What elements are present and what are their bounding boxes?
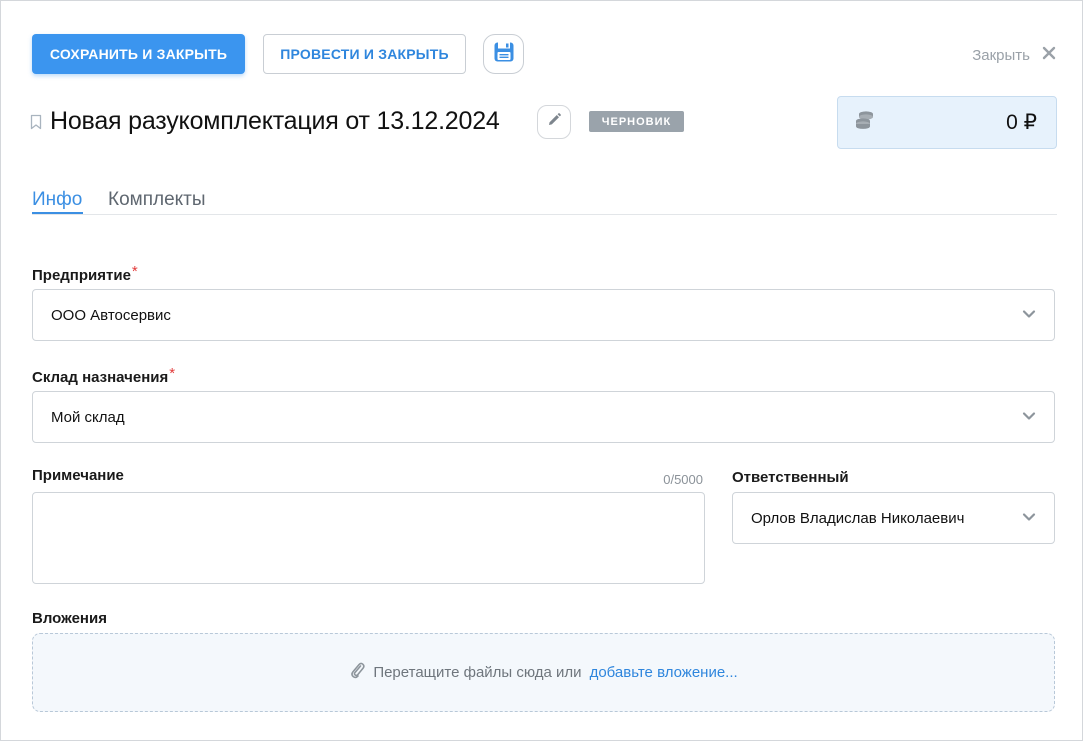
attachments-dropzone[interactable]: Перетащите файлы сюда или добавьте вложе… (32, 633, 1055, 712)
paperclip-icon (349, 661, 365, 684)
warehouse-label-text: Склад назначения (32, 369, 169, 386)
note-label: Примечание (32, 467, 124, 484)
close-label: Закрыть (972, 46, 1030, 64)
save-button[interactable] (483, 34, 524, 74)
active-tab-indicator (32, 212, 83, 214)
required-mark: * (131, 263, 138, 280)
bookmark-icon[interactable] (30, 114, 42, 130)
page-title: Новая разукомплектация от 13.12.2024 (50, 107, 500, 135)
document-window: СОХРАНИТЬ И ЗАКРЫТЬ ПРОВЕСТИ И ЗАКРЫТЬ З… (0, 0, 1083, 741)
edit-title-button[interactable] (537, 105, 571, 139)
tab-info[interactable]: Инфо (32, 189, 82, 211)
sum-value: 0 ₽ (1006, 111, 1037, 134)
chevron-down-icon (1022, 408, 1036, 426)
pencil-icon (546, 112, 562, 133)
floppy-disk-icon (493, 41, 515, 68)
required-mark: * (169, 365, 176, 382)
chevron-down-icon (1022, 306, 1036, 324)
enterprise-value: ООО Автосервис (51, 306, 171, 324)
responsible-label: Ответственный (732, 469, 849, 486)
dropzone-text: Перетащите файлы сюда или (373, 664, 582, 681)
coins-icon (854, 110, 876, 135)
enterprise-label-text: Предприятие (32, 267, 131, 284)
close-link[interactable]: Закрыть (972, 45, 1056, 65)
note-textarea[interactable] (32, 492, 705, 584)
tab-kits[interactable]: Комплекты (108, 189, 206, 211)
responsible-select[interactable]: Орлов Владислав Николаевич (732, 492, 1055, 544)
document-sum: 0 ₽ (837, 96, 1057, 149)
add-attachment-link[interactable]: добавьте вложение... (590, 664, 738, 681)
tab-bar: Инфо Комплекты (32, 187, 1057, 215)
note-char-counter: 0/5000 (663, 472, 703, 487)
status-badge: ЧЕРНОВИК (589, 111, 684, 132)
enterprise-label: Предприятие* (32, 263, 138, 284)
post-and-close-button[interactable]: ПРОВЕСТИ И ЗАКРЫТЬ (263, 34, 466, 74)
responsible-value: Орлов Владислав Николаевич (751, 509, 965, 527)
chevron-down-icon (1022, 509, 1036, 527)
attachments-label: Вложения (32, 610, 107, 627)
enterprise-select[interactable]: ООО Автосервис (32, 289, 1055, 341)
warehouse-select[interactable]: Мой склад (32, 391, 1055, 443)
warehouse-label: Склад назначения* (32, 365, 175, 386)
warehouse-value: Мой склад (51, 408, 125, 426)
close-icon[interactable] (1042, 46, 1056, 65)
save-and-close-button[interactable]: СОХРАНИТЬ И ЗАКРЫТЬ (32, 34, 245, 74)
